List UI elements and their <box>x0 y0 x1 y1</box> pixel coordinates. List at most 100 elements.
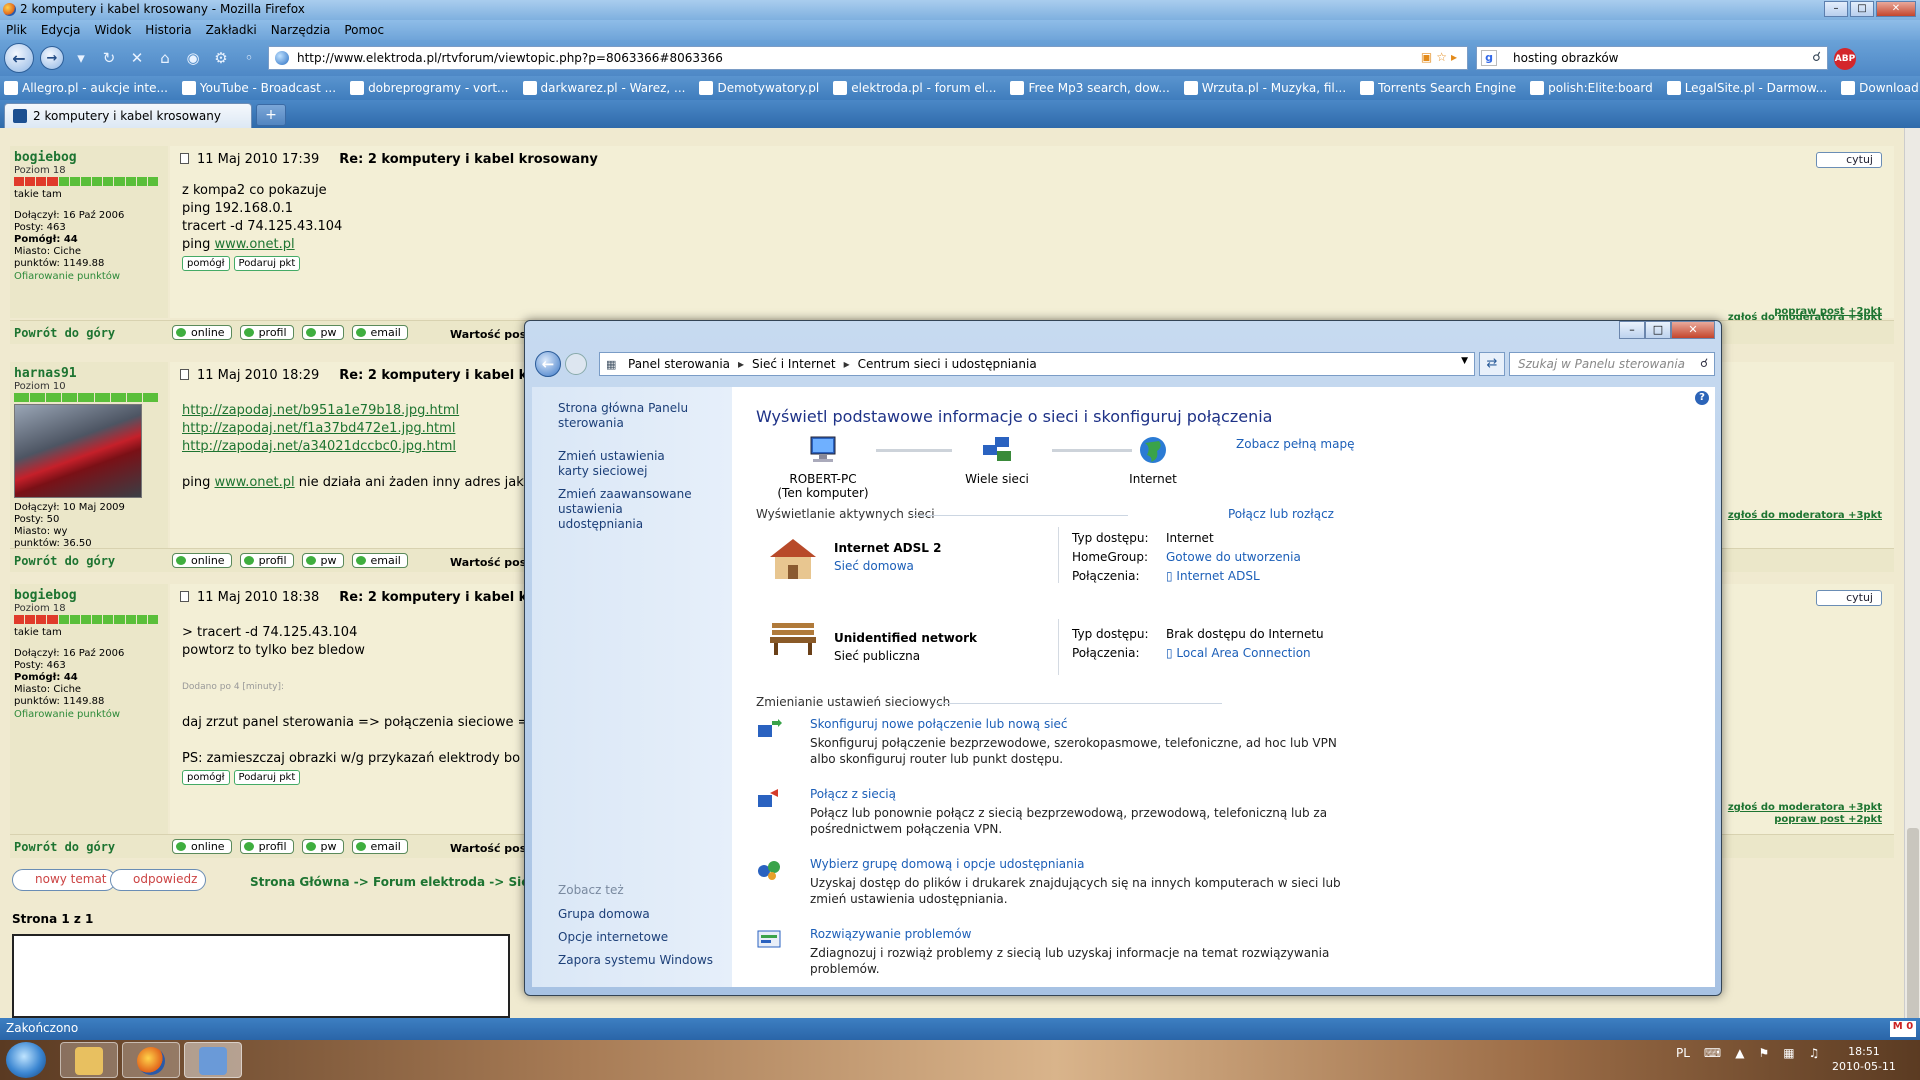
sidebar-adapter-link[interactable]: Zmień ustawienia karty sieciowej <box>558 449 698 479</box>
start-button[interactable] <box>6 1042 46 1078</box>
username[interactable]: harnas91 <box>14 366 77 381</box>
bookmark-item[interactable]: Free Mp3 search, dow... <box>1010 81 1170 95</box>
search-bar[interactable]: g hosting obrazków ☌ <box>1476 46 1828 70</box>
node-multiple-networks[interactable]: Wiele sieci <box>952 435 1042 486</box>
quick-reply-textarea[interactable] <box>12 934 510 1018</box>
full-map-link[interactable]: Zobacz pełną mapę <box>1236 437 1354 451</box>
bookmark-item[interactable]: Allegro.pl - aukcje inte... <box>4 81 168 95</box>
bookmark-item[interactable]: elektroda.pl - forum el... <box>833 81 996 95</box>
back-to-top-link[interactable]: Powrót do góry <box>14 326 115 340</box>
edit-post-link[interactable]: popraw post +2pkt <box>1774 814 1882 826</box>
helped-button[interactable]: pomógł <box>182 770 230 785</box>
new-tab-button[interactable]: + <box>256 104 286 126</box>
username[interactable]: bogiebog <box>14 150 77 165</box>
profile-button[interactable]: profil <box>239 553 294 568</box>
network1-type-link[interactable]: Sieć domowa <box>834 559 914 573</box>
lan-connection-link[interactable]: ▯ Local Area Connection <box>1166 646 1311 660</box>
menu-plik[interactable]: Plik <box>6 23 27 37</box>
back-to-top-link[interactable]: Powrót do góry <box>14 840 115 854</box>
pm-button[interactable]: pw <box>301 553 344 568</box>
gift-points-link[interactable]: Ofiarowanie punktów <box>14 271 120 282</box>
taskbar-control-panel[interactable] <box>184 1042 242 1078</box>
addon-icon-1[interactable]: ◉ <box>182 47 204 69</box>
breadcrumb[interactable]: Strona Główna -> Forum elektroda -> Sie <box>250 875 529 889</box>
adsl-connection-link[interactable]: ▯ Internet ADSL <box>1166 569 1260 583</box>
node-internet[interactable]: Internet <box>1108 435 1198 486</box>
give-points-button[interactable]: Podaruj pkt <box>233 256 301 271</box>
homegroup-link[interactable]: Gotowe do utworzenia <box>1166 550 1301 564</box>
image-link[interactable]: http://zapodaj.net/b951a1e79b18.jpg.html <box>182 403 459 418</box>
bookmark-item[interactable]: dobreprogramy - vort... <box>350 81 509 95</box>
menu-edycja[interactable]: Edycja <box>41 23 81 37</box>
tab-active[interactable]: 2 komputery i kabel krosowany <box>4 103 252 128</box>
menu-narzedzia[interactable]: Narzędzia <box>271 23 331 37</box>
search-icon[interactable]: ☌ <box>1812 50 1821 65</box>
bookmark-item[interactable]: polish:Elite:board <box>1530 81 1653 95</box>
email-button[interactable]: email <box>351 839 408 854</box>
addon-icon-3[interactable]: ◦ <box>238 47 260 69</box>
back-to-top-link[interactable]: Powrót do góry <box>14 554 115 568</box>
gift-points-link[interactable]: Ofiarowanie punktów <box>14 709 120 720</box>
profile-button[interactable]: profil <box>239 839 294 854</box>
email-button[interactable]: email <box>351 325 408 340</box>
report-link[interactable]: zgłoś do moderatora +3pkt <box>1728 802 1882 814</box>
bookmark-item[interactable]: Wrzuta.pl - Muzyka, fil... <box>1183 81 1346 95</box>
back-button[interactable]: ← <box>4 43 34 73</box>
sidebar-home-link[interactable]: Strona główna Panelu sterowania <box>558 401 698 431</box>
page-scrollbar[interactable] <box>1904 128 1920 1080</box>
online-button[interactable]: online <box>172 839 232 854</box>
refresh-icon[interactable]: ⇄ <box>1479 352 1505 376</box>
email-button[interactable]: email <box>351 553 408 568</box>
help-icon[interactable]: ? <box>1695 391 1709 405</box>
bookmark-item[interactable]: Download music, mov... <box>1841 81 1920 95</box>
forward-button[interactable]: → <box>40 46 64 70</box>
see-also-homegroup[interactable]: Grupa domowa <box>558 907 650 922</box>
task-title[interactable]: Rozwiązywanie problemów <box>810 927 971 941</box>
profile-button[interactable]: profil <box>239 325 294 340</box>
home-icon[interactable]: ⌂ <box>154 47 176 69</box>
pm-button[interactable]: pw <box>301 839 344 854</box>
bookmark-item[interactable]: YouTube - Broadcast ... <box>181 81 336 95</box>
online-button[interactable]: online <box>172 325 232 340</box>
quote-button[interactable]: cytuj <box>1816 152 1882 168</box>
new-topic-button[interactable]: nowy temat <box>12 869 116 891</box>
network-tray-icon[interactable]: ▦ <box>1783 1046 1794 1060</box>
reply-button[interactable]: odpowiedz <box>110 869 207 891</box>
history-dropdown-icon[interactable]: ▾ <box>70 47 92 69</box>
menu-widok[interactable]: Widok <box>94 23 131 37</box>
expand-tray-icon[interactable]: ▲ <box>1735 1046 1744 1060</box>
onet-link[interactable]: www.onet.pl <box>215 237 295 252</box>
cp-forward-button[interactable] <box>565 353 587 375</box>
addon-icon-2[interactable]: ⚙ <box>210 47 232 69</box>
report-link[interactable]: zgłoś do moderatora +3pkt <box>1728 510 1882 522</box>
bookmark-item[interactable]: darkwarez.pl - Warez, ... <box>522 81 685 95</box>
gmail-notifier-icon[interactable]: M 0 <box>1890 1021 1916 1037</box>
close-button[interactable]: ✕ <box>1876 1 1916 17</box>
give-points-button[interactable]: Podaruj pkt <box>233 770 301 785</box>
cp-maximize-button[interactable]: □ <box>1645 321 1671 339</box>
adblock-icon[interactable]: ABP <box>1834 48 1856 70</box>
menu-pomoc[interactable]: Pomoc <box>344 23 384 37</box>
bookmark-item[interactable]: Torrents Search Engine <box>1360 81 1516 95</box>
volume-icon[interactable]: ♫ <box>1809 1046 1820 1060</box>
node-this-pc[interactable]: ROBERT-PC (Ten komputer) <box>768 435 878 500</box>
cp-minimize-button[interactable]: – <box>1619 321 1645 339</box>
crumb-network-internet[interactable]: Sieć i Internet <box>752 357 836 371</box>
sidebar-sharing-link[interactable]: Zmień zaawansowane ustawienia udostępnia… <box>558 487 708 532</box>
stop-icon[interactable]: ✕ <box>126 47 148 69</box>
clock[interactable]: 18:51 2010-05-11 <box>1832 1044 1896 1074</box>
menu-historia[interactable]: Historia <box>145 23 191 37</box>
cp-search-input[interactable]: Szukaj w Panelu sterowania ☌ <box>1509 352 1715 376</box>
taskbar-firefox[interactable] <box>122 1042 180 1078</box>
bookmark-item[interactable]: LegalSite.pl - Darmow... <box>1666 81 1827 95</box>
helped-button[interactable]: pomógł <box>182 256 230 271</box>
online-button[interactable]: online <box>172 553 232 568</box>
see-also-internet-options[interactable]: Opcje internetowe <box>558 930 668 945</box>
bookmark-item[interactable]: Demotywatory.pl <box>699 81 819 95</box>
pm-button[interactable]: pw <box>301 325 344 340</box>
address-dropdown-icon[interactable]: ▼ <box>1461 356 1468 366</box>
task-title[interactable]: Wybierz grupę domową i opcje udostępnian… <box>810 857 1084 871</box>
image-link[interactable]: http://zapodaj.net/f1a37bd472e1.jpg.html <box>182 421 455 436</box>
keyboard-icon[interactable]: ⌨ <box>1704 1046 1721 1060</box>
crumb-network-center[interactable]: Centrum sieci i udostępniania <box>858 357 1037 371</box>
